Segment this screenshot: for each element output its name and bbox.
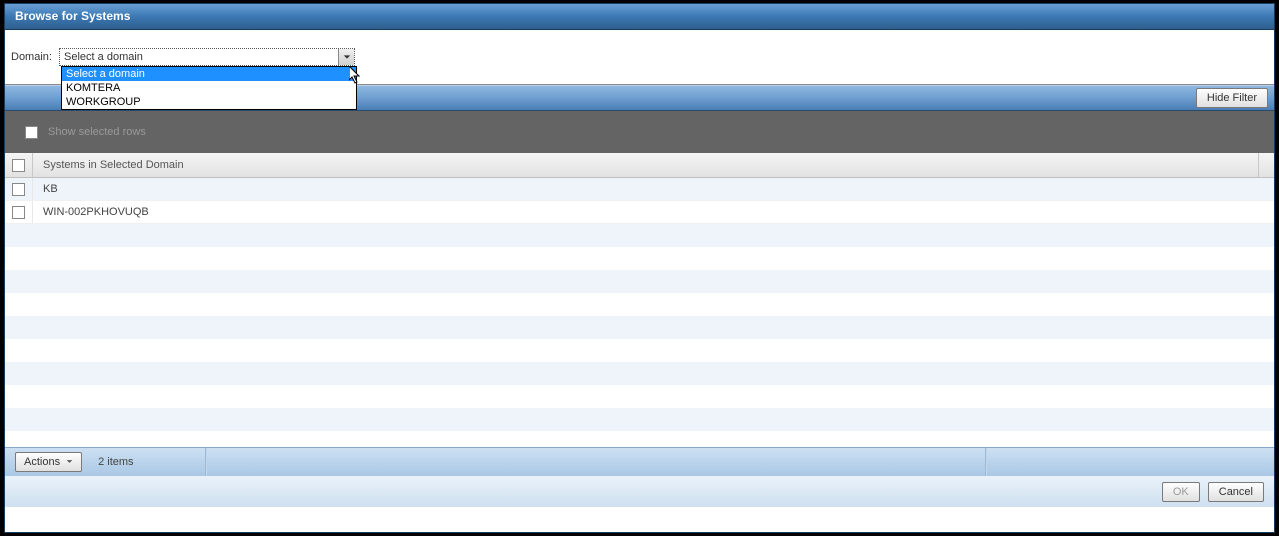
table-row	[5, 408, 1274, 431]
column-options-icon[interactable]	[1258, 153, 1274, 177]
table-row	[5, 224, 1274, 247]
table-row	[5, 247, 1274, 270]
systems-table: Systems in Selected Domain KB WIN-002PKH…	[5, 153, 1274, 447]
table-row	[5, 385, 1274, 408]
table-header-row: Systems in Selected Domain	[5, 153, 1274, 178]
filter-options-bar: Show selected rows	[5, 111, 1274, 153]
table-row	[5, 293, 1274, 316]
select-all-checkbox[interactable]	[12, 159, 25, 172]
domain-select[interactable]: Select a domain	[59, 48, 355, 66]
show-selected-label: Show selected rows	[48, 126, 146, 138]
table-footer: Actions 2 items	[5, 447, 1274, 475]
chevron-down-icon[interactable]	[338, 49, 354, 65]
item-count: 2 items	[98, 456, 133, 468]
table-row[interactable]: WIN-002PKHOVUQB	[5, 201, 1274, 224]
domain-select-value: Select a domain	[64, 51, 143, 63]
table-row	[5, 362, 1274, 385]
browse-systems-dialog: Browse for Systems Domain: Select a doma…	[4, 3, 1275, 533]
dialog-title: Browse for Systems	[5, 4, 1274, 30]
show-selected-checkbox[interactable]	[25, 126, 38, 139]
table-row	[5, 316, 1274, 339]
divider	[205, 448, 207, 476]
system-name-cell: KB	[33, 183, 1274, 195]
table-row	[5, 339, 1274, 362]
dropdown-option[interactable]: Select a domain	[62, 67, 356, 81]
domain-label: Domain:	[11, 51, 52, 63]
table-row[interactable]: KB	[5, 178, 1274, 201]
table-body: KB WIN-002PKHOVUQB	[5, 178, 1274, 447]
table-row	[5, 270, 1274, 293]
ok-button[interactable]: OK	[1162, 482, 1200, 502]
hide-filter-button[interactable]: Hide Filter	[1196, 88, 1268, 108]
domain-dropdown: Select a domain KOMTERA WORKGROUP	[61, 66, 357, 110]
column-header-systems[interactable]: Systems in Selected Domain	[33, 153, 1258, 177]
actions-label: Actions	[24, 456, 60, 468]
actions-button[interactable]: Actions	[15, 452, 82, 472]
dialog-button-bar: OK Cancel	[5, 475, 1274, 507]
cancel-button[interactable]: Cancel	[1208, 482, 1264, 502]
table-row	[5, 431, 1274, 447]
divider	[985, 448, 987, 476]
dropdown-option[interactable]: KOMTERA	[62, 81, 356, 95]
row-checkbox[interactable]	[12, 183, 25, 196]
domain-bar: Domain: Select a domain Select a domain …	[5, 30, 1274, 85]
row-checkbox[interactable]	[12, 206, 25, 219]
dropdown-option[interactable]: WORKGROUP	[62, 95, 356, 109]
system-name-cell: WIN-002PKHOVUQB	[33, 206, 1274, 218]
chevron-down-icon	[66, 459, 73, 464]
